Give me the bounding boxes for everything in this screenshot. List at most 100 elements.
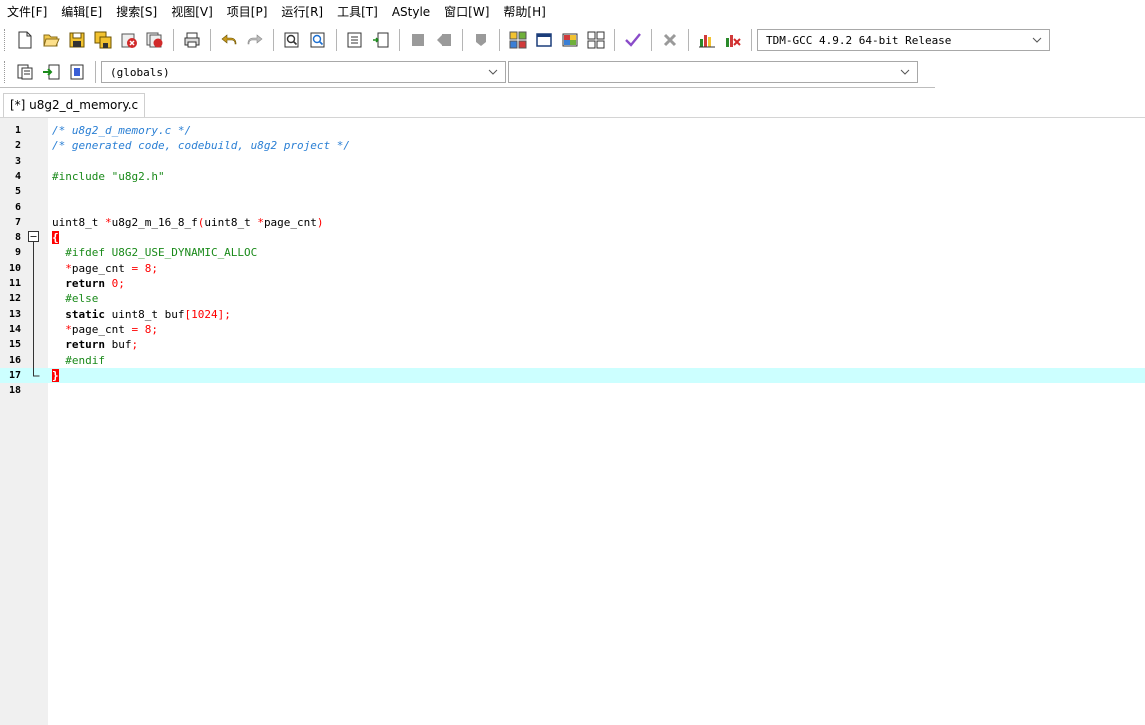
code-token: uint8_t buf	[105, 307, 185, 321]
unindent-button[interactable]	[370, 29, 392, 51]
run-window-icon	[536, 33, 552, 47]
line-number: 7	[14, 216, 21, 228]
menu-item-5[interactable]: 运行[R]	[274, 0, 330, 24]
code-line[interactable]: 5	[0, 184, 1145, 199]
rebuild-all-icon	[587, 31, 605, 49]
code-token: *	[257, 215, 264, 229]
toolbar-separator	[173, 29, 174, 51]
code-line[interactable]: 3	[0, 154, 1145, 169]
code-line[interactable]: 9 #ifdef U8G2_USE_DYNAMIC_ALLOC	[0, 245, 1145, 262]
code-token: {	[52, 231, 59, 245]
add-to-project-button[interactable]	[40, 61, 62, 83]
compile-icon	[509, 31, 527, 49]
toolbar-grip[interactable]	[4, 61, 8, 83]
toolbar-grip[interactable]	[4, 29, 8, 51]
menu-item-8[interactable]: 窗口[W]	[437, 0, 496, 24]
code-editor[interactable]: 1 /* u8g2_d_memory.c */ 2 /* generated code…	[0, 118, 1145, 725]
menu-item-9[interactable]: 帮助[H]	[496, 0, 552, 24]
compile-run-button[interactable]	[559, 29, 581, 51]
menu-item-0[interactable]: 文件[F]	[0, 0, 54, 24]
redo-button[interactable]	[244, 29, 266, 51]
code-line[interactable]: 11 return 0;	[0, 276, 1145, 292]
replace-icon	[310, 32, 325, 48]
compile-run-icon	[562, 33, 578, 47]
code-line[interactable]: 14 *page_cnt = 8;	[0, 321, 1145, 338]
code-line[interactable]: 4 #include "u8g2.h"	[0, 169, 1145, 184]
code-line[interactable]: 17}	[0, 367, 1145, 384]
close-file-button[interactable]	[118, 29, 140, 51]
toggle-bookmark-button[interactable]	[407, 29, 429, 51]
menu-item-2[interactable]: 搜索[S]	[109, 0, 164, 24]
code-token: #else	[52, 292, 99, 306]
open-file-button[interactable]	[40, 29, 62, 51]
line-number: 10	[8, 262, 21, 274]
code-line[interactable]: 16 #endif	[0, 352, 1145, 369]
goto-bookmark-button[interactable]	[433, 29, 455, 51]
new-project-button[interactable]	[14, 61, 36, 83]
code-line[interactable]: 12 #else	[0, 291, 1145, 308]
code-token: u8g2_m_16_8_f	[111, 215, 198, 229]
fold-line-icon	[33, 337, 34, 354]
code-line[interactable]: 2 /* generated code, codebuild, u8g2 proj…	[0, 138, 1145, 153]
new-project-icon	[17, 64, 33, 80]
rebuild-all-button[interactable]	[585, 29, 607, 51]
chevron-down-icon	[487, 62, 499, 82]
code-line[interactable]: 8{	[0, 230, 1145, 246]
menu-item-1[interactable]: 编辑[E]	[54, 0, 109, 24]
save-button[interactable]	[66, 29, 88, 51]
check-icon	[625, 33, 641, 47]
remove-from-project-button[interactable]	[66, 61, 88, 83]
code-token: ];	[217, 307, 231, 321]
goto-line-button[interactable]	[470, 29, 492, 51]
menu-item-3[interactable]: 视图[V]	[164, 0, 220, 24]
code-token: )	[316, 215, 324, 229]
menu-item-4[interactable]: 项目[P]	[220, 0, 275, 24]
chart-icon	[699, 35, 715, 48]
new-file-button[interactable]	[14, 29, 36, 51]
stop-execution-button[interactable]	[659, 29, 681, 51]
code-line[interactable]: 7 uint8_t *u8g2_m_16_8_f(uint8_t *page_cn…	[0, 215, 1145, 230]
profile-button[interactable]	[696, 29, 718, 51]
toolbar-separator	[751, 29, 752, 51]
code-text: uint8_t *u8g2_m_16_8_f(uint8_t *page_cnt…	[52, 215, 324, 230]
function-select[interactable]	[508, 61, 918, 83]
scope-select[interactable]: (globals)	[101, 61, 506, 83]
fold-line-icon	[33, 321, 34, 338]
save-all-button[interactable]	[92, 29, 114, 51]
fold-line-icon	[33, 291, 34, 308]
delete-profile-button[interactable]	[722, 29, 744, 51]
code-token: *	[65, 261, 72, 275]
line-number: 8	[14, 232, 21, 244]
find-button[interactable]	[281, 29, 303, 51]
code-line[interactable]: 13 static uint8_t buf[1024];	[0, 306, 1145, 323]
menu-item-6[interactable]: 工具[T]	[330, 0, 385, 24]
undo-button[interactable]	[218, 29, 240, 51]
code-line[interactable]: 1 /* u8g2_d_memory.c */	[0, 123, 1145, 138]
code-line[interactable]: 18	[0, 383, 1145, 398]
tab-u8g2-d-memory[interactable]: [*] u8g2_d_memory.c	[3, 93, 146, 117]
indent-button[interactable]	[344, 29, 366, 51]
code-line[interactable]: 10 *page_cnt = 8;	[0, 260, 1145, 277]
code-text: *page_cnt = 8;	[52, 322, 158, 337]
toolbar-separator	[399, 29, 400, 51]
main-toolbar: TDM-GCC 4.9.2 64-bit Release	[0, 25, 1100, 55]
code-text: /* generated code, codebuild, u8g2 proje…	[52, 138, 350, 153]
code-line[interactable]: 15 return buf;	[0, 337, 1145, 354]
fold-collapse-icon[interactable]	[27, 230, 41, 246]
compile-button[interactable]	[507, 29, 529, 51]
compiler-select[interactable]: TDM-GCC 4.9.2 64-bit Release	[757, 29, 1050, 51]
menu-item-7[interactable]: AStyle	[385, 0, 437, 24]
redo-icon	[247, 34, 263, 45]
line-number: 11	[8, 278, 21, 289]
close-all-button[interactable]	[144, 29, 166, 51]
replace-button[interactable]	[307, 29, 329, 51]
print-button[interactable]	[181, 29, 203, 51]
run-button[interactable]	[533, 29, 555, 51]
syntax-check-button[interactable]	[622, 29, 644, 51]
code-token: return	[65, 338, 105, 352]
code-line[interactable]: 6	[0, 200, 1145, 215]
code-text: /* u8g2_d_memory.c */	[52, 123, 191, 138]
code-token: static	[65, 307, 105, 321]
